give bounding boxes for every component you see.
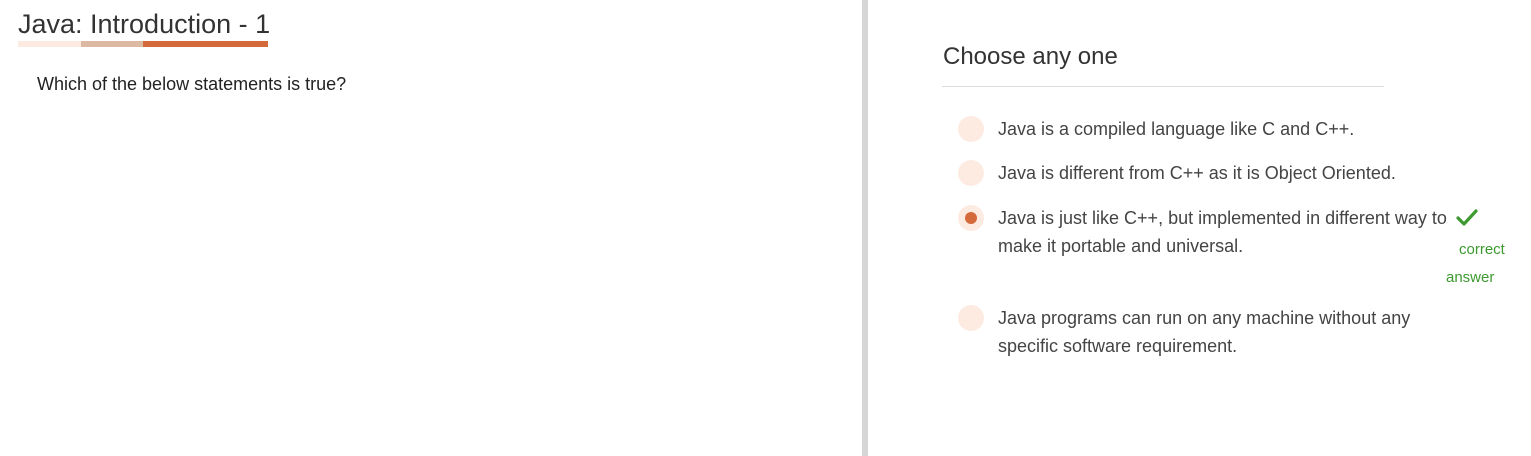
title-underline	[18, 41, 268, 47]
correct-answer-label: correct answer	[1446, 241, 1505, 286]
question-panel: Java: Introduction - 1 Which of the belo…	[0, 0, 862, 456]
underline-segment-light	[81, 41, 143, 47]
quiz-page: Java: Introduction - 1 Which of the belo…	[0, 0, 1531, 456]
checkmark-icon	[1456, 209, 1478, 226]
radio-button[interactable]	[958, 160, 984, 186]
quiz-title: Java: Introduction - 1	[18, 9, 271, 39]
radio-dot	[965, 167, 977, 179]
question-text: Which of the below statements is true?	[37, 74, 347, 94]
answer-panel: Choose any one Java is a compiled langua…	[868, 0, 1531, 456]
radio-button[interactable]	[958, 305, 984, 331]
answer-option-3[interactable]: Java is just like C++, but implemented i…	[958, 204, 1478, 260]
heading-divider	[942, 86, 1384, 87]
answer-option-2[interactable]: Java is different from C++ as it is Obje…	[958, 159, 1478, 187]
choose-heading: Choose any one	[943, 43, 1118, 70]
radio-dot	[965, 123, 977, 135]
option-label: Java is just like C++, but implemented i…	[998, 208, 1447, 256]
radio-dot	[965, 312, 977, 324]
answer-option-4[interactable]: Java programs can run on any machine wit…	[958, 304, 1478, 360]
answer-feedback: correct answer	[1446, 206, 1531, 286]
radio-button[interactable]	[958, 205, 984, 231]
answer-option-1[interactable]: Java is a compiled language like C and C…	[958, 115, 1478, 143]
option-label: Java is a compiled language like C and C…	[998, 119, 1355, 139]
radio-button[interactable]	[958, 116, 984, 142]
option-label: Java programs can run on any machine wit…	[998, 308, 1411, 356]
radio-dot	[965, 212, 977, 224]
underline-segment-accent	[143, 41, 268, 47]
underline-segment-pale	[18, 41, 81, 47]
option-label: Java is different from C++ as it is Obje…	[998, 163, 1396, 183]
